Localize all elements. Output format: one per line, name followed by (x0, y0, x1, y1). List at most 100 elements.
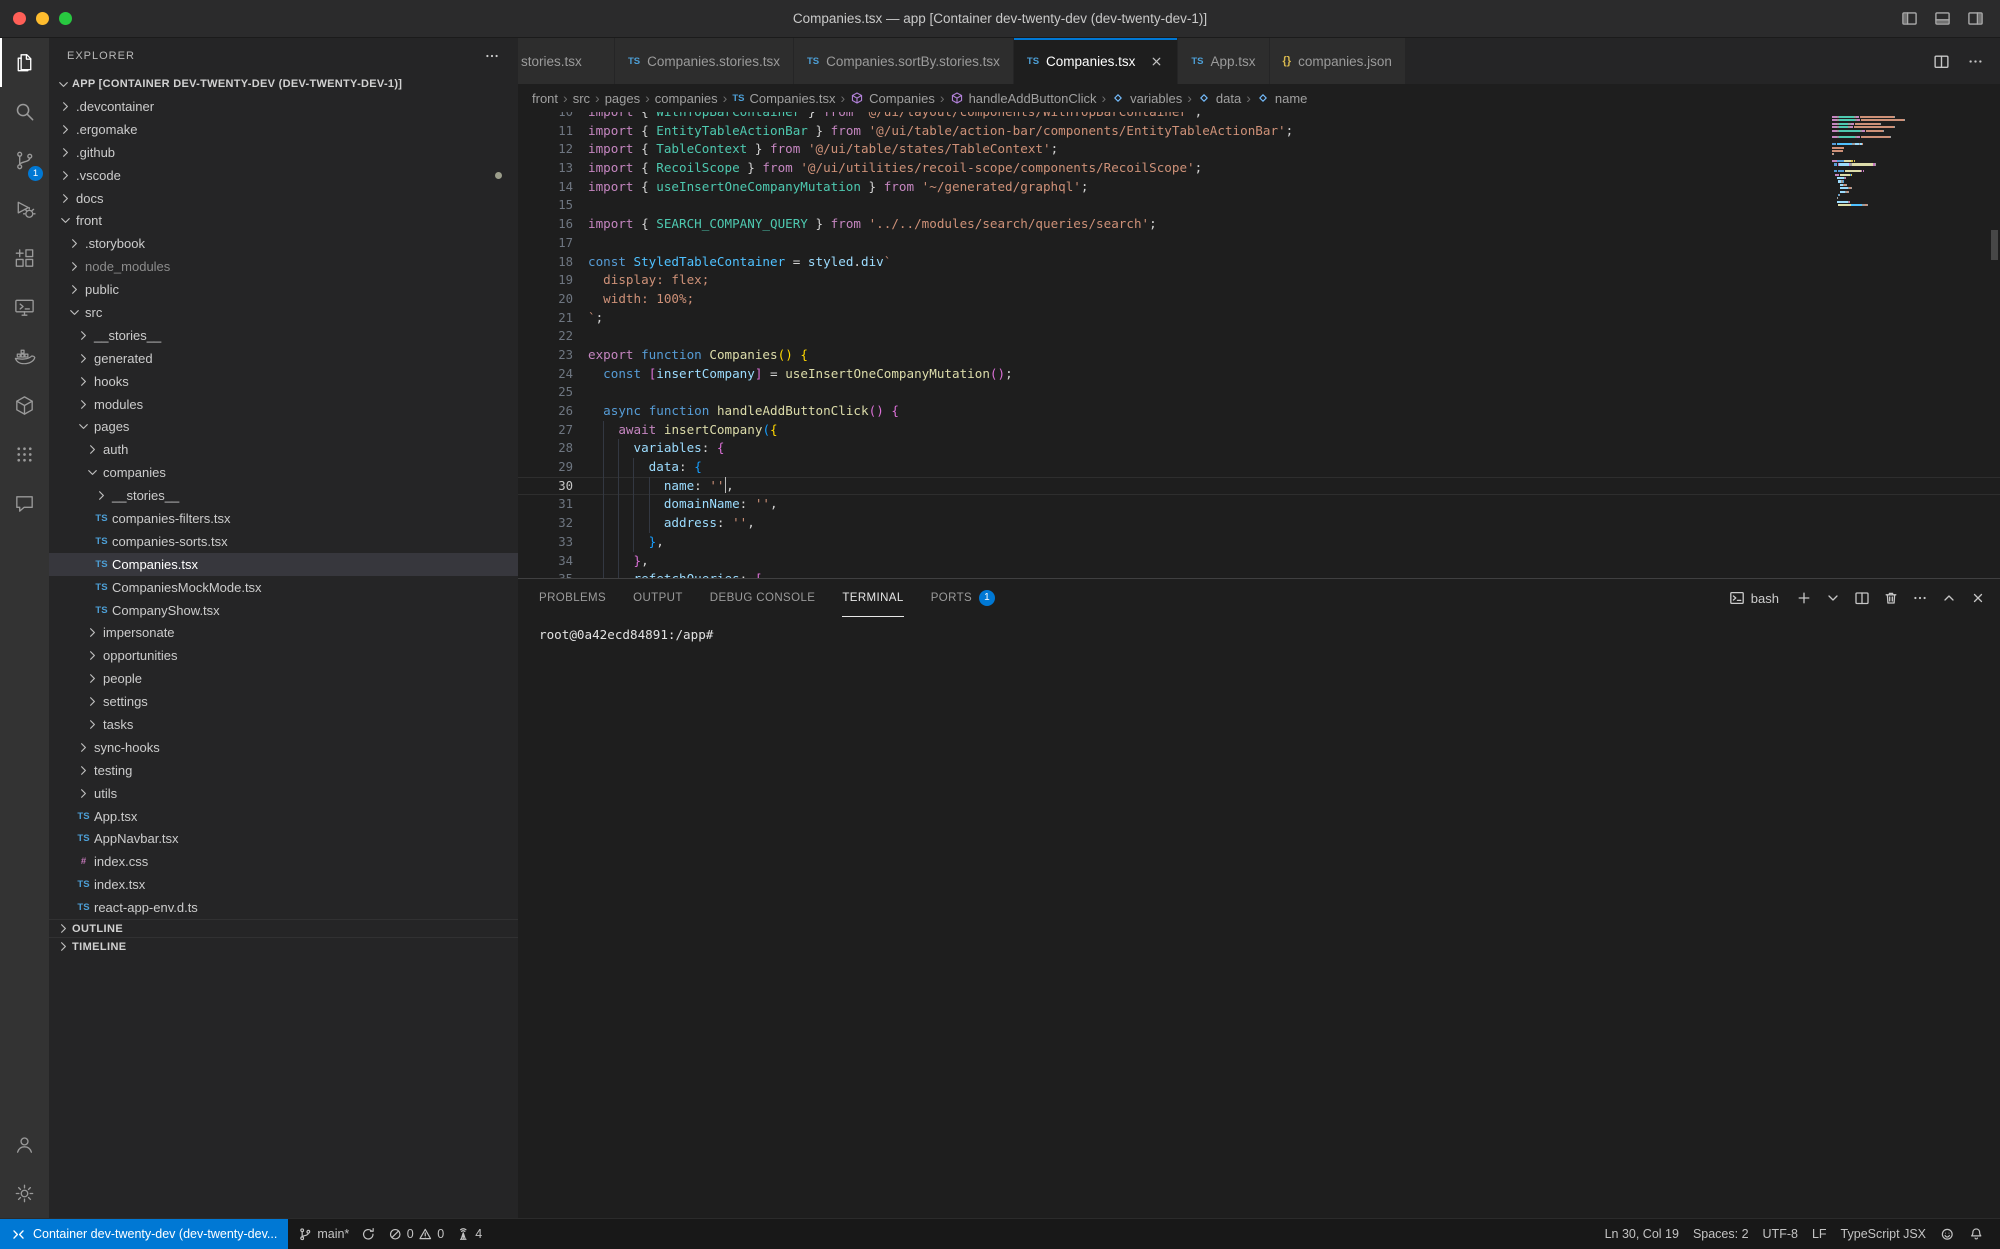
tab-stories.tsx[interactable]: stories.tsx (518, 38, 615, 84)
tab-Companies.sortBy.stories.tsx[interactable]: TSCompanies.sortBy.stories.tsx (794, 38, 1014, 84)
breadcrumb-item-data[interactable]: data (1197, 91, 1241, 106)
tree-item-testing[interactable]: testing (49, 759, 518, 782)
kill-terminal-button[interactable] (1883, 590, 1899, 606)
tree-item-tasks[interactable]: tasks (49, 713, 518, 736)
tree-item-sync-hooks[interactable]: sync-hooks (49, 736, 518, 759)
tree-item-CompanyShow.tsx[interactable]: TSCompanyShow.tsx (49, 599, 518, 622)
tree-item-companies[interactable]: companies (49, 461, 518, 484)
tree-item-public[interactable]: public (49, 278, 518, 301)
status-eol[interactable]: LF (1805, 1219, 1834, 1249)
activity-item-search[interactable] (0, 87, 49, 136)
terminal-shell-selector[interactable]: bash (1729, 590, 1779, 606)
tree-item-companies-filters.tsx[interactable]: TScompanies-filters.tsx (49, 507, 518, 530)
tree-item-impersonate[interactable]: impersonate (49, 621, 518, 644)
zoom-window-button[interactable] (59, 12, 72, 25)
tree-item-.storybook[interactable]: .storybook (49, 232, 518, 255)
close-panel-button[interactable] (1970, 590, 1986, 606)
tree-item-docs[interactable]: docs (49, 187, 518, 210)
tree-item-utils[interactable]: utils (49, 782, 518, 805)
tree-item-.devcontainer[interactable]: .devcontainer (49, 95, 518, 118)
tab-Companies.tsx[interactable]: TSCompanies.tsx (1014, 38, 1178, 84)
breadcrumb-item-variables[interactable]: variables (1111, 91, 1182, 106)
activity-item-remote-explorer[interactable] (0, 283, 49, 332)
tree-item-AppNavbar.tsx[interactable]: TSAppNavbar.tsx (49, 828, 518, 851)
panel-tab-output[interactable]: OUTPUT (633, 579, 683, 617)
activity-item-docker[interactable] (0, 332, 49, 381)
split-editor-button[interactable] (1933, 53, 1950, 70)
tree-item-App.tsx[interactable]: TSApp.tsx (49, 805, 518, 828)
tab-App.tsx[interactable]: TSApp.tsx (1178, 38, 1269, 84)
tree-item-hooks[interactable]: hooks (49, 370, 518, 393)
panel-tab-problems[interactable]: PROBLEMS (539, 579, 606, 617)
breadcrumb-item-name[interactable]: name (1256, 91, 1308, 106)
status-encoding[interactable]: UTF-8 (1756, 1219, 1805, 1249)
layout-sidebar-right-button[interactable] (1967, 10, 1984, 27)
tree-item-.vscode[interactable]: .vscode (49, 164, 518, 187)
activity-item-accounts[interactable] (0, 1120, 49, 1169)
panel-tab-debug-console[interactable]: DEBUG CONSOLE (710, 579, 816, 617)
tree-item-index.css[interactable]: #index.css (49, 850, 518, 873)
tree-item-__stories__[interactable]: __stories__ (49, 484, 518, 507)
panel-tab-terminal[interactable]: TERMINAL (842, 579, 903, 617)
breadcrumb-item-pages[interactable]: pages (605, 91, 640, 106)
status-problems[interactable]: 00 (382, 1219, 450, 1249)
terminal-profile-dropdown[interactable] (1825, 590, 1841, 606)
breadcrumb-item-Companies.tsx[interactable]: TSCompanies.tsx (732, 91, 835, 106)
activity-item-run-and-debug[interactable] (0, 185, 49, 234)
terminal-output[interactable]: root@0a42ecd84891:/app# (518, 617, 2000, 1218)
breadcrumb-item-src[interactable]: src (573, 91, 590, 106)
breadcrumb-item-front[interactable]: front (532, 91, 558, 106)
activity-item-extensions[interactable] (0, 234, 49, 283)
tree-item-.ergomake[interactable]: .ergomake (49, 118, 518, 141)
maximize-panel-button[interactable] (1941, 590, 1957, 606)
tree-item-index.tsx[interactable]: TSindex.tsx (49, 873, 518, 896)
code-scroll-area[interactable]: 10import { WithTopBarContainer } from '@… (518, 112, 2000, 578)
tab-Companies.stories.tsx[interactable]: TSCompanies.stories.tsx (615, 38, 794, 84)
timeline-section-header[interactable]: TIMELINE (49, 937, 518, 955)
workspace-section-header[interactable]: APP [CONTAINER DEV-TWENTY-DEV (DEV-TWENT… (49, 73, 518, 95)
activity-item-kubernetes[interactable] (0, 430, 49, 479)
breadcrumb-item-Companies[interactable]: Companies (850, 91, 935, 106)
activity-item-settings[interactable] (0, 1169, 49, 1218)
split-terminal-button[interactable] (1854, 590, 1870, 606)
close-tab-icon[interactable] (1149, 54, 1164, 69)
layout-panel-button[interactable] (1934, 10, 1951, 27)
tree-item-.github[interactable]: .github (49, 141, 518, 164)
activity-item-dev-containers[interactable] (0, 381, 49, 430)
code-editor[interactable]: 10import { WithTopBarContainer } from '@… (518, 112, 2000, 578)
activity-item-comments[interactable] (0, 479, 49, 528)
status-forwarded-ports[interactable]: 4 (450, 1219, 488, 1249)
tree-item-opportunities[interactable]: opportunities (49, 644, 518, 667)
tree-item-src[interactable]: src (49, 301, 518, 324)
explorer-more-actions-icon[interactable] (484, 48, 500, 64)
status-indentation[interactable]: Spaces: 2 (1686, 1219, 1756, 1249)
tree-item-front[interactable]: front (49, 209, 518, 232)
status-sync[interactable] (355, 1219, 382, 1249)
tree-item-pages[interactable]: pages (49, 415, 518, 438)
tree-item-auth[interactable]: auth (49, 438, 518, 461)
layout-sidebar-left-button[interactable] (1901, 10, 1918, 27)
minimap[interactable] (1832, 112, 1986, 208)
tree-item-modules[interactable]: modules (49, 393, 518, 416)
tree-item-CompaniesMockMode.tsx[interactable]: TSCompaniesMockMode.tsx (49, 576, 518, 599)
status-language-mode[interactable]: TypeScript JSX (1834, 1219, 1933, 1249)
titlebar[interactable]: Companies.tsx — app [Container dev-twent… (0, 0, 2000, 38)
tree-item-settings[interactable]: settings (49, 690, 518, 713)
breadcrumb-item-companies[interactable]: companies (655, 91, 718, 106)
panel-tab-ports[interactable]: PORTS1 (931, 579, 995, 617)
editor-more-actions-button[interactable] (1967, 53, 1984, 70)
new-terminal-button[interactable] (1796, 590, 1812, 606)
tab-companies.json[interactable]: {}companies.json (1270, 38, 1406, 84)
remote-indicator[interactable]: Container dev-twenty-dev (dev-twenty-dev… (0, 1219, 288, 1249)
tree-item-people[interactable]: people (49, 667, 518, 690)
activity-item-explorer[interactable] (0, 38, 49, 87)
minimize-window-button[interactable] (36, 12, 49, 25)
panel-more-actions-button[interactable] (1912, 590, 1928, 606)
breadcrumb-item-handleAddButtonClick[interactable]: handleAddButtonClick (950, 91, 1097, 106)
close-window-button[interactable] (13, 12, 26, 25)
status-feedback[interactable] (1933, 1219, 1962, 1249)
status-git-branch[interactable]: main* (292, 1219, 355, 1249)
activity-item-source-control[interactable]: 1 (0, 136, 49, 185)
tree-item-Companies.tsx[interactable]: TSCompanies.tsx (49, 553, 518, 576)
editor-scrollbar[interactable] (1991, 230, 1998, 260)
